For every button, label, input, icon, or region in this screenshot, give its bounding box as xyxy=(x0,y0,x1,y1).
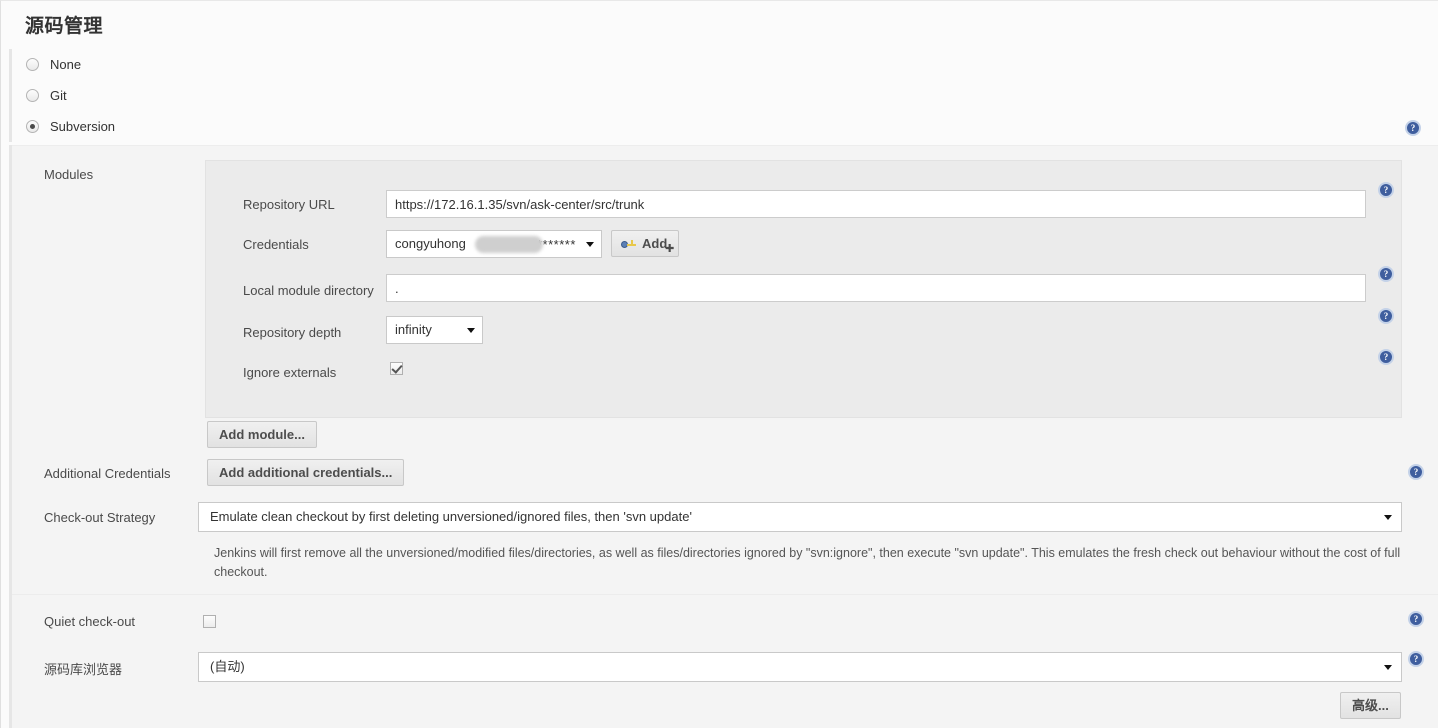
repository-depth-value: infinity xyxy=(395,322,432,337)
radio-none[interactable] xyxy=(26,58,39,71)
radio-subversion[interactable] xyxy=(26,120,39,133)
scm-option-subversion-label[interactable]: Subversion xyxy=(50,119,115,134)
field-repository-depth: Repository depth infinity xyxy=(206,316,1401,347)
repository-browser-select[interactable]: (自动) xyxy=(198,652,1402,682)
chevron-down-icon xyxy=(1384,665,1392,670)
field-ignore-externals: Ignore externals xyxy=(206,361,1401,387)
scm-configuration-page: 源码管理 None Git Subversion Modules Reposit… xyxy=(0,0,1438,728)
help-icon-repository-url[interactable] xyxy=(1378,182,1394,198)
radio-git[interactable] xyxy=(26,89,39,102)
field-credentials: Credentials congyuhong ******* Add ✚ xyxy=(206,230,1401,259)
checkout-strategy-value: Emulate clean checkout by first deleting… xyxy=(210,509,692,524)
section-divider xyxy=(12,594,1438,595)
help-icon-repository-depth[interactable] xyxy=(1378,308,1394,324)
field-repository-url: Repository URL xyxy=(206,190,1401,219)
scm-option-none-label[interactable]: None xyxy=(50,57,81,72)
credentials-select[interactable]: congyuhong ******* xyxy=(386,230,602,258)
advanced-button[interactable]: 高级... xyxy=(1340,692,1401,719)
page-title: 源码管理 xyxy=(25,16,104,37)
local-module-directory-input[interactable] xyxy=(386,274,1366,302)
quiet-checkout-checkbox[interactable] xyxy=(203,615,216,628)
chevron-down-icon xyxy=(586,242,594,247)
add-module-button[interactable]: Add module... xyxy=(207,421,317,448)
help-icon-local-module-directory[interactable] xyxy=(1378,266,1394,282)
field-local-module-directory: Local module directory xyxy=(206,274,1401,305)
ignore-externals-checkbox[interactable] xyxy=(390,362,403,375)
chevron-down-icon xyxy=(467,328,475,333)
repository-url-label: Repository URL xyxy=(243,197,335,212)
credentials-value: congyuhong xyxy=(395,236,466,251)
add-credentials-button-label: Add xyxy=(642,236,668,251)
help-icon-subversion[interactable] xyxy=(1405,120,1421,136)
add-credentials-button[interactable]: Add ✚ xyxy=(611,230,680,257)
local-module-directory-label: Local module directory xyxy=(243,283,374,298)
checkout-strategy-description: Jenkins will first remove all the unvers… xyxy=(214,546,1401,579)
repository-depth-select[interactable]: infinity xyxy=(386,316,483,344)
scm-option-git[interactable]: Git xyxy=(26,80,1438,111)
repository-browser-label: 源码库浏览器 xyxy=(44,662,123,677)
repository-depth-label: Repository depth xyxy=(243,325,342,340)
chevron-down-icon xyxy=(1384,515,1392,520)
help-icon-quiet-checkout[interactable] xyxy=(1408,611,1424,627)
scm-option-subversion[interactable]: Subversion xyxy=(26,111,1438,142)
ignore-externals-label: Ignore externals xyxy=(243,365,337,380)
subversion-settings-body: Modules Repository URL Credentials congy… xyxy=(9,145,1438,728)
repository-browser-value: (自动) xyxy=(210,659,245,674)
modules-label: Modules xyxy=(44,167,94,182)
add-additional-credentials-button[interactable]: Add additional credentials... xyxy=(207,459,405,486)
help-icon-additional-credentials[interactable] xyxy=(1408,464,1424,480)
checkout-strategy-select[interactable]: Emulate clean checkout by first deleting… xyxy=(198,502,1402,532)
plus-icon: ✚ xyxy=(665,243,675,255)
credentials-label: Credentials xyxy=(243,237,309,252)
additional-credentials-label: Additional Credentials xyxy=(44,466,171,481)
scm-option-git-label[interactable]: Git xyxy=(50,88,67,103)
repository-url-input[interactable] xyxy=(386,190,1366,218)
quiet-checkout-label: Quiet check-out xyxy=(44,614,136,629)
key-icon xyxy=(621,240,636,249)
modules-panel: Repository URL Credentials congyuhong **… xyxy=(205,160,1402,418)
help-icon-repository-browser[interactable] xyxy=(1408,651,1424,667)
scm-radio-group: None Git Subversion xyxy=(9,49,1438,142)
checkout-strategy-label: Check-out Strategy xyxy=(44,510,156,525)
scm-option-none[interactable]: None xyxy=(26,49,1438,80)
help-icon-ignore-externals[interactable] xyxy=(1378,349,1394,365)
credentials-redaction xyxy=(475,236,543,253)
